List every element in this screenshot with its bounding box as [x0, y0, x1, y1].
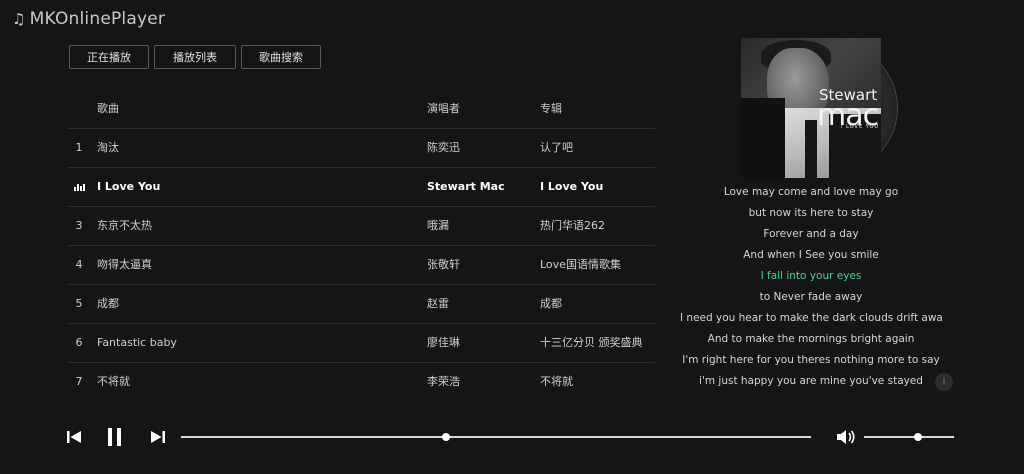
lyric-line: Love may come and love may go: [723, 186, 899, 198]
song-album[interactable]: 认了吧: [540, 129, 573, 167]
header-title: 歌曲: [97, 102, 119, 115]
song-artist[interactable]: Stewart Mac: [427, 168, 505, 206]
song-row[interactable]: 7 不将就 李荣浩 不将就: [68, 363, 655, 401]
album-cover: Stewart mac I LOVE YOU: [741, 38, 881, 178]
cover-album-title: I LOVE YOU: [841, 124, 880, 130]
volume-icon[interactable]: [836, 428, 856, 450]
header-album: 专辑: [540, 102, 562, 115]
song-album[interactable]: 不将就: [540, 363, 573, 401]
volume-handle[interactable]: [914, 433, 922, 441]
song-list-header: 歌曲 演唱者 专辑: [68, 90, 655, 129]
song-title[interactable]: 吻得太逼真: [97, 246, 152, 284]
song-number: 4: [75, 258, 83, 271]
song-title[interactable]: 淘汰: [97, 129, 119, 167]
lyric-line: Forever and a day: [763, 228, 859, 240]
song-title[interactable]: 不将就: [97, 363, 130, 401]
song-album[interactable]: Love国语情歌集: [540, 246, 621, 284]
now-playing-icon: [68, 168, 90, 206]
song-row[interactable]: 5 成都 赵雷 成都: [68, 285, 655, 324]
app-logo: ♫ MKOnlinePlayer: [12, 9, 165, 29]
nav-playlist-button[interactable]: 播放列表: [154, 45, 236, 69]
lyric-line: And to make the mornings bright again: [707, 333, 915, 345]
song-album[interactable]: 成都: [540, 285, 562, 323]
song-number: 1: [75, 141, 83, 154]
song-artist[interactable]: 赵雷: [427, 285, 449, 323]
song-row[interactable]: 1 淘汰 陈奕迅 认了吧: [68, 129, 655, 168]
lyric-line: I'm right here for you theres nothing mo…: [682, 354, 940, 366]
song-title[interactable]: Fantastic baby: [97, 324, 177, 362]
song-number: 6: [75, 336, 83, 349]
song-list: 歌曲 演唱者 专辑 1 淘汰 陈奕迅 认了吧 I Love You Stewar…: [68, 90, 655, 401]
lyric-line: i'm just happy you are mine you've staye…: [699, 375, 923, 387]
lyric-line: but now its here to stay: [748, 207, 874, 219]
song-row[interactable]: 6 Fantastic baby 廖佳琳 十三亿分贝 颁奖盛典: [68, 324, 655, 363]
nav-now-playing-button[interactable]: 正在播放: [69, 45, 149, 69]
song-number: 7: [75, 375, 83, 388]
song-row[interactable]: 3 东京不太热 哦漏 热门华语262: [68, 207, 655, 246]
song-artist[interactable]: 李荣浩: [427, 363, 460, 401]
nav-song-search-button[interactable]: 歌曲搜索: [241, 45, 321, 69]
lyrics-panel[interactable]: Love may come and love may go but now it…: [680, 182, 942, 392]
header-artist: 演唱者: [427, 102, 460, 115]
song-album[interactable]: I Love You: [540, 168, 603, 206]
song-album[interactable]: 热门华语262: [540, 207, 605, 245]
song-artist[interactable]: 廖佳琳: [427, 324, 460, 362]
song-title[interactable]: I Love You: [97, 168, 160, 206]
song-artist[interactable]: 张敬轩: [427, 246, 460, 284]
lyric-line: And when I See you smile: [743, 249, 879, 261]
skip-previous-icon[interactable]: [66, 429, 82, 449]
song-album[interactable]: 十三亿分贝 颁奖盛典: [540, 324, 643, 362]
song-title[interactable]: 成都: [97, 285, 119, 323]
song-row-playing[interactable]: I Love You Stewart Mac I Love You: [68, 168, 655, 207]
progress-handle[interactable]: [441, 433, 450, 441]
song-number: 3: [75, 219, 83, 232]
lyric-line-active: I fall into your eyes: [760, 270, 862, 282]
progress-bar[interactable]: [181, 433, 811, 441]
song-number: 5: [75, 297, 83, 310]
main-nav: 正在播放 播放列表 歌曲搜索: [69, 45, 321, 69]
volume-slider[interactable]: [864, 433, 954, 441]
info-icon[interactable]: i: [935, 373, 953, 391]
song-artist[interactable]: 陈奕迅: [427, 129, 460, 167]
lyric-line: I need you hear to make the dark clouds …: [680, 312, 942, 324]
music-note-icon: ♫: [12, 10, 26, 28]
pause-icon[interactable]: [106, 427, 124, 451]
song-title[interactable]: 东京不太热: [97, 207, 152, 245]
lyric-line: to Never fade away: [759, 291, 863, 303]
song-artist[interactable]: 哦漏: [427, 207, 449, 245]
song-row[interactable]: 4 吻得太逼真 张敬轩 Love国语情歌集: [68, 246, 655, 285]
app-title: MKOnlinePlayer: [29, 9, 166, 29]
skip-next-icon[interactable]: [150, 429, 166, 449]
